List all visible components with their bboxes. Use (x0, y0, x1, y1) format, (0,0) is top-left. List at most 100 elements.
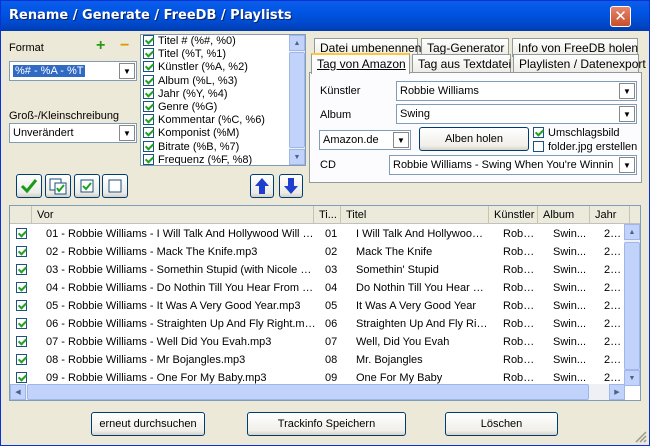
chevron-down-icon[interactable]: ▼ (119, 125, 135, 141)
field-list-scrollbar[interactable]: ▲ ▼ (289, 35, 305, 165)
field-item[interactable]: Titel # (%#, %0) (141, 35, 305, 48)
checkbox-checked-icon[interactable] (143, 74, 154, 86)
checkbox-checked-icon[interactable] (143, 61, 154, 73)
cd-combo[interactable]: Robbie Williams - Swing When You're Winn… (389, 155, 637, 175)
cover-checkbox[interactable]: Umschlagsbild (533, 127, 620, 139)
row-checkbox[interactable] (16, 282, 27, 293)
checkbox-checked-icon[interactable] (143, 127, 154, 139)
format-label: Format (9, 42, 44, 54)
table-row[interactable]: 05 - Robbie Williams - It Was A Very Goo… (10, 297, 626, 315)
scroll-left-icon[interactable]: ◀ (10, 384, 26, 400)
table-row[interactable]: 03 - Robbie Williams - Somethin Stupid (… (10, 261, 626, 279)
move-down-button[interactable] (279, 174, 303, 198)
field-item[interactable]: Genre (%G) (141, 100, 305, 114)
format-combo[interactable]: %# - %A - %T ▼ (9, 61, 137, 81)
scroll-right-icon[interactable]: ▶ (609, 384, 625, 400)
field-item[interactable]: Künstler (%A, %2) (141, 61, 305, 74)
store-combo[interactable]: Amazon.de ▼ (319, 130, 411, 150)
cell-before: 03 - Robbie Williams - Somethin Stupid (… (46, 264, 316, 276)
chevron-down-icon[interactable]: ▼ (119, 63, 135, 79)
table-row[interactable]: 04 - Robbie Williams - Do Nothin Till Yo… (10, 279, 626, 297)
delete-button[interactable]: Löschen (445, 412, 558, 436)
field-item[interactable]: Komponist (%M) (141, 127, 305, 140)
header-track[interactable]: Ti... (314, 206, 341, 224)
field-list[interactable]: Titel # (%#, %0) Titel (%T, %1) Künstler (… (140, 34, 306, 166)
header-check[interactable] (10, 206, 32, 224)
close-icon: ✕ (614, 7, 627, 25)
header-jahr[interactable]: Jahr (590, 206, 630, 224)
table-row[interactable]: 02 - Robbie Williams - Mack The Knife.mp… (10, 243, 626, 261)
checkbox-checked-icon[interactable] (143, 100, 154, 112)
field-item[interactable]: Bitrate (%B, %7) (141, 140, 305, 154)
check-all-button[interactable] (74, 174, 100, 198)
tab-playlisten[interactable]: Playlisten / Datenexport (513, 54, 646, 73)
file-grid[interactable]: Vor Ti... Titel Künstler Album Jahr 01 -… (9, 205, 641, 401)
rescan-button[interactable]: erneut durchsuchen (91, 412, 205, 436)
arrow-down-icon (284, 178, 298, 194)
scroll-down-icon[interactable]: ▼ (624, 370, 640, 386)
move-up-button[interactable] (250, 174, 274, 198)
header-titel[interactable]: Titel (341, 206, 489, 224)
scroll-down-icon[interactable]: ▼ (289, 149, 305, 165)
cell-artist: Robbi... (503, 300, 536, 312)
grid-vscrollbar[interactable]: ▲ ▼ (624, 224, 640, 386)
row-checkbox[interactable] (16, 336, 27, 347)
header-kuenstler[interactable]: Künstler (489, 206, 538, 224)
scroll-thumb[interactable] (289, 52, 305, 148)
select-toggle-button[interactable] (45, 174, 71, 198)
table-row[interactable]: 06 - Robbie Williams - Straighten Up And… (10, 315, 626, 333)
row-checkbox[interactable] (16, 228, 27, 239)
tab-tag-von-amazon[interactable]: Tag von Amazon (311, 53, 410, 74)
tab-tag-aus-textdatei[interactable]: Tag aus Textdatei (412, 54, 511, 73)
scroll-thumb[interactable] (624, 242, 640, 370)
fetch-albums-button[interactable]: Alben holen (419, 127, 529, 151)
remove-format-icon[interactable]: − (120, 37, 129, 55)
field-label: Album (%L, %3) (158, 74, 238, 87)
checkbox-checked-icon[interactable] (143, 35, 154, 46)
row-checkbox[interactable] (16, 264, 27, 275)
chevron-down-icon[interactable]: ▼ (619, 157, 635, 173)
checkbox-checked-icon[interactable] (143, 153, 154, 165)
field-item[interactable]: Frequenz (%F, %8) (141, 153, 305, 165)
row-checkbox[interactable] (16, 300, 27, 311)
table-row[interactable]: 01 - Robbie Williams - I Will Talk And H… (10, 225, 626, 243)
folderjpg-checkbox[interactable]: folder.jpg erstellen (533, 141, 637, 153)
checkbox-checked-icon[interactable] (143, 114, 154, 126)
add-format-icon[interactable]: + (96, 37, 105, 55)
checkbox-checked-icon[interactable] (143, 140, 154, 152)
apply-button[interactable] (16, 174, 42, 198)
scroll-up-icon[interactable]: ▲ (289, 35, 305, 51)
checkbox-checked-icon[interactable] (143, 48, 154, 60)
header-vor[interactable]: Vor (32, 206, 314, 224)
chevron-down-icon[interactable]: ▼ (393, 132, 409, 148)
checkbox-checked-icon[interactable] (143, 87, 154, 99)
header-album[interactable]: Album (538, 206, 590, 224)
field-item[interactable]: Album (%L, %3) (141, 74, 305, 88)
scroll-up-icon[interactable]: ▲ (624, 224, 640, 240)
close-button[interactable]: ✕ (610, 6, 631, 27)
field-item[interactable]: Titel (%T, %1) (141, 48, 305, 61)
grid-hscrollbar[interactable]: ◀ ▶ (10, 384, 625, 400)
table-row[interactable]: 07 - Robbie Williams - Well Did You Evah… (10, 333, 626, 351)
row-checkbox[interactable] (16, 246, 27, 257)
uncheck-all-button[interactable] (102, 174, 128, 198)
row-checkbox[interactable] (16, 372, 27, 383)
check-toggle-icon (49, 178, 67, 195)
cell-album: Swin... (553, 354, 587, 366)
cell-title: Well, Did You Evah (356, 336, 450, 348)
case-combo[interactable]: Unverändert ▼ (9, 123, 137, 143)
artist-combo[interactable]: Robbie Williams ▼ (396, 81, 637, 101)
row-checkbox[interactable] (16, 318, 27, 329)
row-checkbox[interactable] (16, 354, 27, 365)
field-item[interactable]: Jahr (%Y, %4) (141, 87, 305, 101)
chevron-down-icon[interactable]: ▼ (619, 106, 635, 122)
checkbox-empty-icon (108, 179, 122, 193)
hscroll-thumb[interactable] (27, 384, 589, 400)
title-bar[interactable]: Rename / Generate / FreeDB / Playlists ✕ (1, 1, 649, 31)
chevron-down-icon[interactable]: ▼ (619, 83, 635, 99)
save-trackinfo-button[interactable]: Trackinfo Speichern (247, 412, 406, 436)
field-item[interactable]: Kommentar (%C, %6) (141, 114, 305, 127)
album-combo[interactable]: Swing ▼ (396, 104, 637, 124)
resize-grip-icon[interactable] (633, 429, 647, 443)
table-row[interactable]: 08 - Robbie Williams - Mr Bojangles.mp3 0… (10, 351, 626, 369)
